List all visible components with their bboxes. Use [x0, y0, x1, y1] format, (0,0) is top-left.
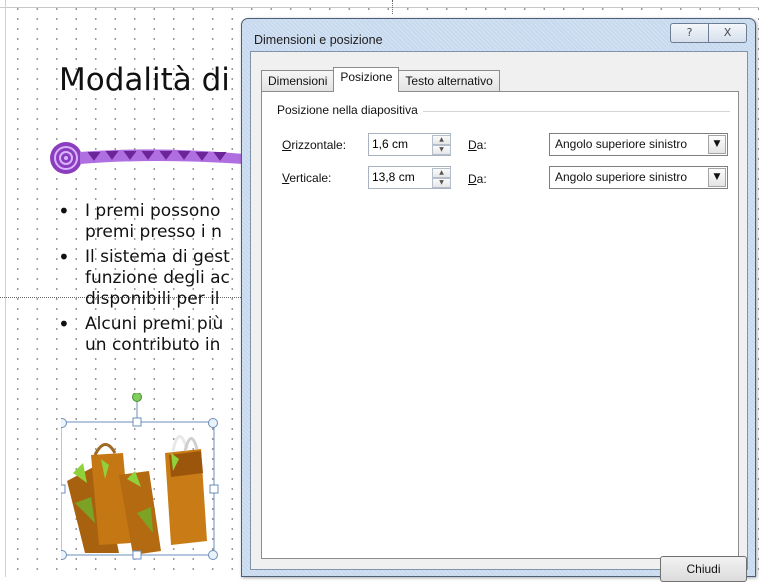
bullet-line: Alcuni premi più [85, 314, 224, 334]
close-window-button[interactable]: X [708, 23, 747, 43]
bullet-line: disponibili per il [85, 289, 220, 309]
bullet-line: un contributo in [85, 335, 221, 355]
vertical-from-select[interactable]: Angolo superiore sinistro ▼ [549, 166, 728, 189]
chiudi-button[interactable]: Chiudi [660, 556, 747, 582]
horizontal-from-accesskey: D [468, 138, 477, 152]
vertical-position-input[interactable] [371, 169, 426, 184]
vertical-label: Verticale: [282, 171, 331, 185]
bullet-line: funzione degli ac [85, 268, 230, 288]
vertical-guide[interactable] [392, 0, 393, 14]
horizontal-from-value: Angolo superiore sinistro [555, 137, 688, 151]
horizontal-label: Orizzontale: [282, 138, 346, 152]
dialog-tabs: Dimensioni Posizione Testo alternativo [261, 67, 500, 92]
ribbon-decoration [50, 142, 244, 174]
bullet-line: Il sistema di gest [85, 247, 230, 267]
vertical-label-text: erticale: [289, 171, 332, 185]
bullet-item: Il sistema di gest funzione degli ac dis… [58, 247, 230, 310]
dropdown-arrow-icon[interactable]: ▼ [708, 168, 726, 187]
horizontal-label-accesskey: O [282, 138, 292, 152]
horizontal-label-text: rizzontale: [291, 138, 347, 152]
horizontal-from-text: a: [476, 138, 487, 152]
spin-up-icon[interactable]: ▲ [432, 168, 451, 178]
vertical-from-value: Angolo superiore sinistro [555, 170, 688, 184]
bullet-item: Alcuni premi più un contributo in [58, 314, 230, 356]
spin-up-icon[interactable]: ▲ [432, 135, 451, 145]
title-bar-buttons: ? X [670, 23, 747, 43]
tab-testo-alternativo[interactable]: Testo alternativo [398, 70, 500, 92]
group-label: Posizione nella diapositiva [277, 103, 423, 117]
horizontal-position-input[interactable] [371, 136, 426, 151]
slide-bullet-list[interactable]: I premi possono premi presso i n Il sist… [58, 201, 230, 360]
horizontal-spin-arrows: ▲ ▼ [432, 135, 451, 155]
shopping-bags-picture[interactable] [61, 393, 221, 563]
spin-down-icon[interactable]: ▼ [432, 145, 451, 155]
spin-down-icon[interactable]: ▼ [432, 178, 451, 188]
vertical-from-text: a: [476, 172, 487, 186]
vertical-from-accesskey: D [468, 172, 477, 186]
horizontal-position-spinner[interactable]: ▲ ▼ [368, 133, 451, 156]
tab-dimensioni[interactable]: Dimensioni [261, 70, 335, 92]
dropdown-arrow-icon[interactable]: ▼ [708, 135, 726, 154]
bullet-item: I premi possono premi presso i n [58, 201, 230, 243]
vertical-position-spinner[interactable]: ▲ ▼ [368, 166, 451, 189]
help-button[interactable]: ? [670, 23, 708, 43]
size-position-dialog[interactable]: Dimensioni e posizione ? X Dimensioni Po… [241, 18, 756, 582]
bullet-line: premi presso i n [85, 222, 222, 242]
horizontal-from-label: Da: [468, 138, 487, 152]
dialog-title[interactable]: Dimensioni e posizione [254, 33, 383, 47]
vertical-spin-arrows: ▲ ▼ [432, 168, 451, 188]
horizontal-from-select[interactable]: Angolo superiore sinistro ▼ [549, 133, 728, 156]
slide-edge-top [0, 7, 759, 8]
slide-title[interactable]: Modalità di [59, 62, 230, 98]
slide-edge-left [5, 0, 6, 577]
dialog-client-area: Dimensioni Posizione Testo alternativo P… [250, 51, 748, 582]
posizione-tab-page: Posizione nella diapositiva Orizzontale:… [261, 91, 739, 559]
vertical-from-label: Da: [468, 172, 487, 186]
bullet-line: I premi possono [85, 201, 221, 221]
tab-posizione[interactable]: Posizione [333, 67, 400, 92]
